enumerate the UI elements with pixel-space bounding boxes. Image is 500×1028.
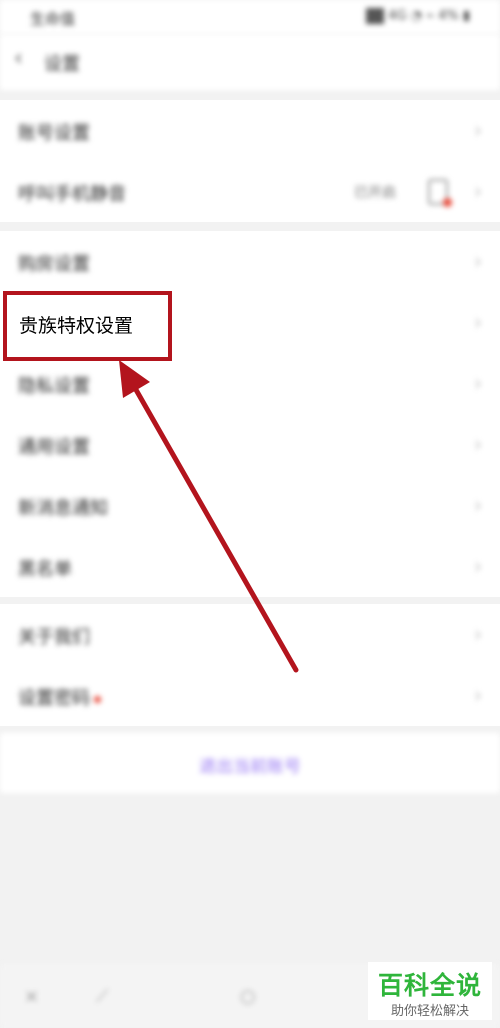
annotation-arrow [119,360,299,673]
watermark-title: 百科全说 [377,971,482,1000]
arrow-shaft [132,385,299,673]
arrow-head [119,360,150,398]
watermark-logo: 百科全说 助你轻松解决 [368,962,492,1020]
watermark-subtitle: 助你轻松解决 [390,1004,469,1019]
